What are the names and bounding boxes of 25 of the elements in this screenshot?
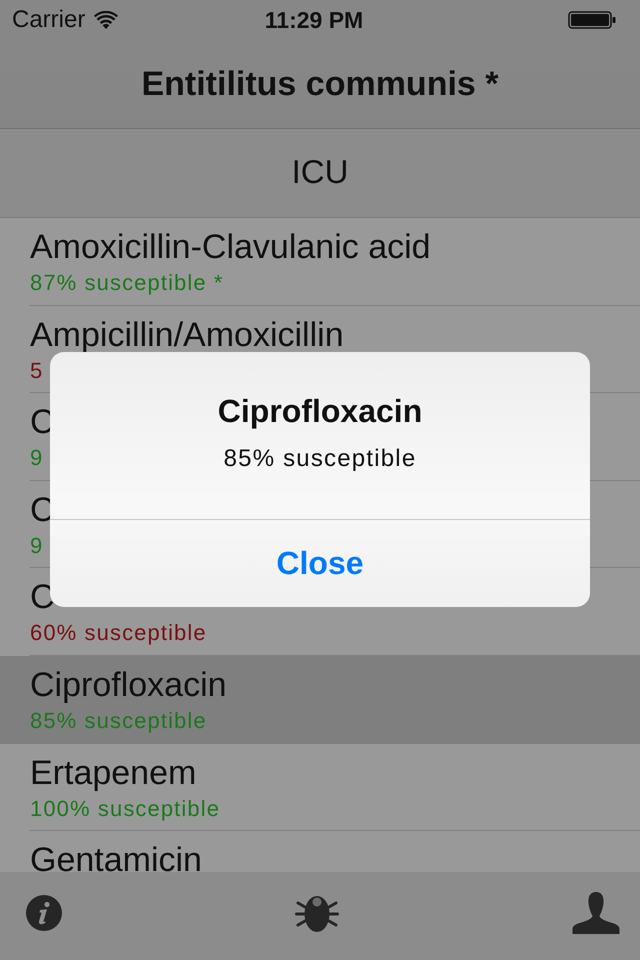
drug-name: Ertapenem (30, 754, 196, 792)
susceptibility-text: 9 (30, 445, 44, 472)
drug-name: Gentamicin (30, 841, 202, 872)
susceptibility-text: 60% susceptible (30, 620, 207, 646)
susceptibility-text: 87% susceptible * (30, 270, 224, 296)
navigation-title: Entitilitus communis * (141, 64, 499, 104)
person-icon[interactable] (572, 892, 620, 934)
bug-icon[interactable] (295, 893, 339, 933)
carrier-name: Carrier (12, 6, 86, 34)
susceptibility-text: 9 (30, 532, 44, 559)
ward-button[interactable]: ICU (0, 129, 640, 218)
drug-name: Amoxicillin-Clavulanic acid (30, 228, 431, 266)
status-time: 11:29 PM (264, 6, 364, 34)
drug-name: Ciprofloxacin (30, 666, 227, 704)
susceptibility-text: 100% susceptible (30, 796, 220, 822)
alert-message: 85% susceptible (224, 444, 416, 474)
drug-row[interactable]: Ertapenem 100% susceptible (0, 744, 640, 832)
wifi-icon (94, 11, 118, 29)
susceptibility-text: 5 (30, 358, 44, 384)
battery-icon (568, 11, 616, 29)
susceptibility-text: 85% susceptible (30, 708, 207, 734)
alert-title: Ciprofloxacin (218, 392, 422, 430)
info-icon[interactable] (26, 895, 62, 931)
drug-name: Ampicillin/Amoxicillin (30, 316, 344, 354)
drug-row[interactable]: Ciprofloxacin 85% susceptible (0, 656, 640, 744)
